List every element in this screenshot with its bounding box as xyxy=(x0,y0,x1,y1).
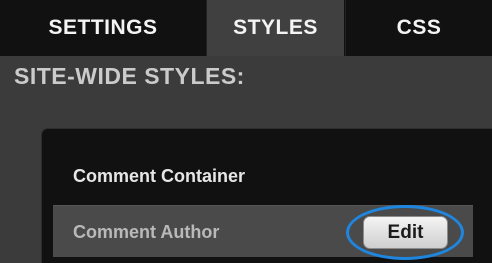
list-item-label: Comment Author xyxy=(73,222,220,242)
edit-button[interactable]: Edit xyxy=(363,216,448,249)
tab-bar: SETTINGS STYLES CSS xyxy=(0,0,492,56)
styles-editor-window: SETTINGS STYLES CSS SITE-WIDE STYLES: Co… xyxy=(0,0,492,263)
list-item-comment-author[interactable]: Comment Author Edit xyxy=(53,205,473,257)
section-title: SITE-WIDE STYLES: xyxy=(14,63,245,89)
tab-settings[interactable]: SETTINGS xyxy=(0,0,206,56)
list-item-comment-container[interactable]: Comment Container xyxy=(53,150,473,202)
tab-styles[interactable]: STYLES xyxy=(206,0,344,56)
tab-css[interactable]: CSS xyxy=(345,0,492,56)
list-item-label: Comment Container xyxy=(73,166,246,186)
